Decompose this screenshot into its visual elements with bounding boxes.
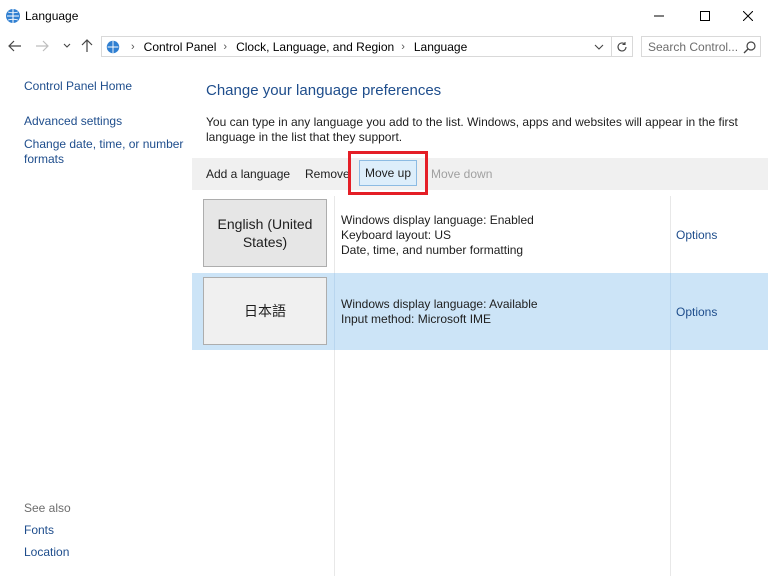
breadcrumb: › Control Panel › Clock, Language, and R… bbox=[124, 40, 467, 54]
language-tile-japanese[interactable]: 日本語 bbox=[203, 277, 327, 345]
breadcrumb-separator-icon: › bbox=[401, 41, 405, 53]
language-detail: Date, time, and number formatting bbox=[341, 243, 524, 257]
control-panel-home-link[interactable]: Control Panel Home bbox=[24, 79, 132, 94]
breadcrumb-separator-icon: › bbox=[131, 41, 135, 53]
language-detail: Windows display language: Available bbox=[341, 297, 538, 311]
minimize-button[interactable] bbox=[636, 0, 682, 31]
move-down-button: Move down bbox=[431, 167, 493, 181]
address-bar[interactable]: › Control Panel › Clock, Language, and R… bbox=[101, 36, 633, 57]
change-date-time-formats-link[interactable]: Change date, time, or number formats bbox=[24, 137, 189, 167]
address-dropdown-button[interactable] bbox=[591, 39, 607, 55]
forward-button[interactable] bbox=[33, 37, 51, 55]
up-button[interactable] bbox=[78, 37, 96, 55]
location-link[interactable]: Location bbox=[24, 545, 69, 560]
maximize-button[interactable] bbox=[682, 0, 728, 31]
fonts-link[interactable]: Fonts bbox=[24, 523, 54, 538]
search-icon[interactable] bbox=[743, 40, 757, 54]
window-title: Language bbox=[25, 9, 79, 23]
maximize-icon bbox=[700, 10, 710, 21]
intro-text: You can type in any language you add to … bbox=[206, 115, 738, 144]
add-language-button[interactable]: Add a language bbox=[206, 167, 290, 181]
control-panel-icon bbox=[105, 39, 121, 55]
minimize-icon bbox=[654, 15, 664, 16]
search-box[interactable]: Search Control... bbox=[641, 36, 761, 57]
breadcrumb-clock-language-region[interactable]: Clock, Language, and Region bbox=[236, 40, 394, 54]
arrow-left-icon bbox=[8, 40, 21, 52]
language-detail: Keyboard layout: US bbox=[341, 228, 452, 242]
control-panel-icon bbox=[4, 7, 22, 25]
language-detail: Windows display language: Enabled bbox=[341, 213, 534, 227]
highlight-annotation bbox=[348, 151, 428, 195]
column-divider bbox=[334, 273, 335, 350]
search-input[interactable]: Search Control... bbox=[648, 40, 738, 54]
arrow-up-icon bbox=[81, 39, 93, 52]
language-detail: Input method: Microsoft IME bbox=[341, 312, 492, 326]
breadcrumb-control-panel[interactable]: Control Panel bbox=[144, 40, 217, 54]
options-link-japanese[interactable]: Options bbox=[676, 305, 717, 319]
chevron-down-icon bbox=[63, 43, 71, 48]
breadcrumb-separator-icon: › bbox=[223, 41, 228, 53]
advanced-settings-link[interactable]: Advanced settings bbox=[24, 114, 122, 129]
page-title: Change your language preferences bbox=[206, 82, 442, 99]
column-divider bbox=[670, 273, 671, 350]
refresh-button[interactable] bbox=[611, 37, 632, 56]
back-button[interactable] bbox=[6, 37, 24, 55]
language-name: 日本語 bbox=[244, 303, 286, 319]
chevron-down-icon bbox=[594, 44, 604, 50]
language-tile-english[interactable]: English (United States) bbox=[203, 199, 327, 267]
close-icon bbox=[743, 10, 753, 21]
remove-button[interactable]: Remove bbox=[305, 167, 350, 181]
language-name: English (United States) bbox=[217, 216, 313, 250]
recent-locations-button[interactable] bbox=[58, 37, 76, 55]
arrow-right-icon bbox=[36, 40, 49, 52]
close-button[interactable] bbox=[728, 0, 768, 31]
options-link-english[interactable]: Options bbox=[676, 228, 717, 242]
see-also-label: See also bbox=[24, 501, 71, 515]
breadcrumb-language[interactable]: Language bbox=[414, 40, 467, 54]
refresh-icon bbox=[617, 41, 627, 51]
